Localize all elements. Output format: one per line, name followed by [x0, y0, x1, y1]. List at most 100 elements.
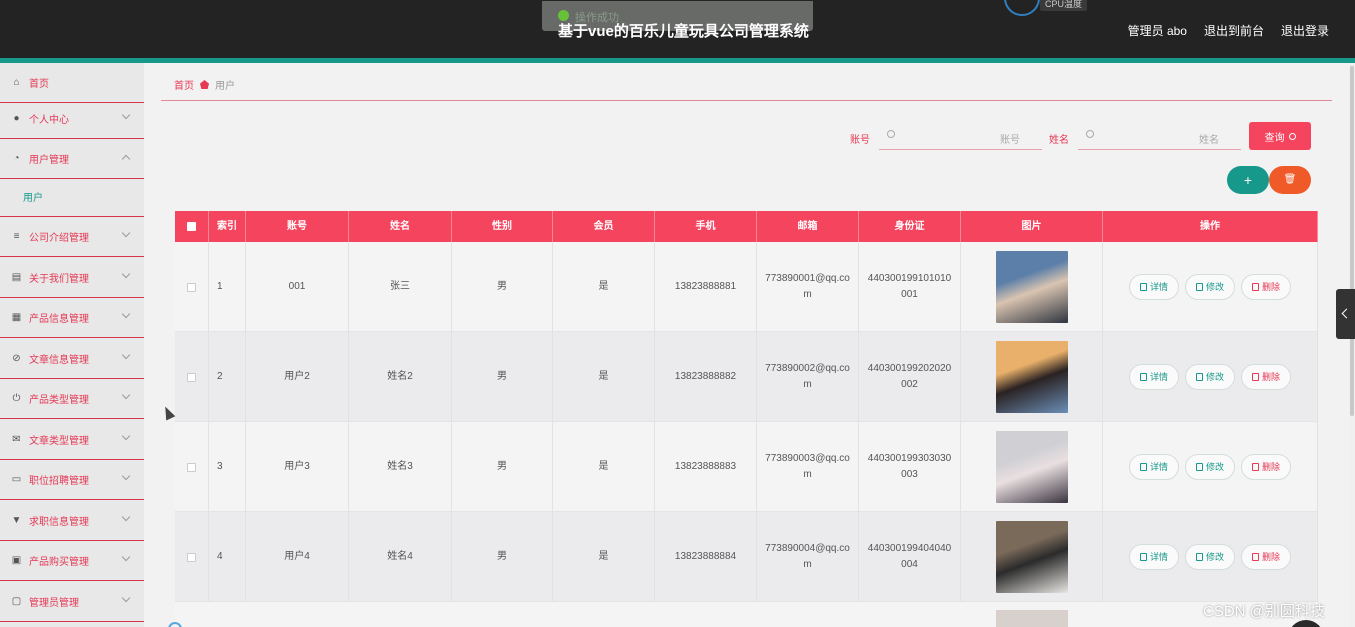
table-row: 4 用户4 姓名4 男 是 13823888884 773890004@qq.com 4403…	[175, 512, 1318, 602]
row-checkbox-cell	[175, 422, 209, 512]
delete-button[interactable]: 删除	[1241, 544, 1292, 570]
collapse-panel-handle[interactable]	[1336, 289, 1355, 339]
delete-button[interactable]: 删除	[1241, 364, 1292, 390]
cell-text: 1	[217, 281, 223, 292]
sidebar-item-label: 公司介绍管理	[29, 233, 89, 244]
sidebar-item-label: 产品信息管理	[29, 314, 89, 325]
cell-text: 13823888882	[674, 371, 737, 382]
cell-index: 2	[209, 332, 246, 422]
delete-button[interactable]: 删除	[1241, 274, 1292, 300]
row-checkbox[interactable]	[187, 552, 196, 562]
sidebar-item-4[interactable]: ▤ 关于我们管理	[0, 258, 144, 298]
scrollbar-thumb[interactable]	[1350, 66, 1354, 416]
cell-text: 姓名3	[387, 461, 413, 472]
cell-text: 用户3	[284, 461, 310, 472]
cell-text: 4	[217, 551, 223, 562]
sidebar-item-label: 文章信息管理	[29, 354, 89, 366]
sidebar-item-1[interactable]: ● 个人中心	[0, 99, 144, 139]
sidebar-item-8[interactable]: ✉ 文章类型管理	[0, 420, 144, 460]
delete-icon	[1252, 283, 1259, 291]
user-photo[interactable]	[995, 341, 1068, 413]
cell-id-card: 440300199303030003	[859, 422, 961, 512]
user-photo[interactable]	[996, 610, 1068, 627]
select-all-checkbox[interactable]	[175, 211, 209, 242]
detail-button[interactable]: 详情	[1128, 364, 1179, 390]
cpu-label: CPU温度	[1040, 0, 1088, 11]
sidebar-item-2[interactable]: ◔ 用户管理	[0, 139, 144, 179]
chevron-up-icon	[121, 154, 131, 164]
sidebar-item-label: 求职信息管理	[29, 516, 89, 528]
cell-phone: 13823888883	[655, 422, 757, 512]
clipboard-icon: ▣	[11, 555, 22, 566]
detail-button[interactable]: 详情	[1128, 544, 1179, 570]
chevron-down-icon	[121, 228, 131, 238]
chart-icon: ▤	[11, 271, 22, 283]
cell-text: 773890004@qq.com	[765, 543, 850, 570]
chevron-down-icon	[121, 350, 131, 359]
sidebar-item-12[interactable]: ▢ 管理员管理	[0, 582, 144, 622]
row-actions: 详情 修改 删除	[1128, 274, 1292, 300]
chevron-down-icon	[121, 593, 131, 602]
edit-button[interactable]: 修改	[1184, 274, 1235, 300]
row-checkbox[interactable]	[187, 372, 196, 382]
home-icon: ⌂	[13, 77, 20, 88]
user-icon: ●	[13, 112, 20, 124]
query-button[interactable]: 查询	[1249, 122, 1311, 150]
sidebar-item-6[interactable]: ⊘ 文章信息管理	[0, 339, 144, 379]
list-icon: ≡	[13, 231, 20, 242]
sidebar-item-11[interactable]: ▣ 产品购买管理	[0, 541, 144, 581]
sidebar: ⌂ 首页 ● 个人中心 ◔ 用户管理 用户 ≡ 公司介绍管理 ▤ 关于我们管理 ▦ 产品信息管理 ⊘ 文章信…	[0, 63, 144, 627]
user-photo[interactable]	[995, 431, 1068, 503]
logout-link[interactable]: 退出登录	[1281, 22, 1329, 39]
grid-icon: ▦	[11, 312, 22, 323]
cell-email: 773890002@qq.com	[757, 332, 859, 422]
name-search-input[interactable]: 姓名	[1078, 122, 1241, 150]
sidebar-item-10[interactable]: ▼ 求职信息管理	[0, 501, 144, 541]
cell-text: 3	[217, 461, 223, 472]
detail-button[interactable]: 详情	[1128, 454, 1179, 480]
column-header: 账号	[246, 211, 349, 242]
sidebar-item-9[interactable]: ▭ 职位招聘管理	[0, 460, 144, 500]
breadcrumb-current: 用户	[215, 81, 235, 92]
cell-text: 男	[497, 281, 507, 292]
sidebar-item-7[interactable]: ⏻ 产品类型管理	[0, 379, 144, 419]
row-checkbox[interactable]	[187, 282, 196, 292]
sidebar-item-5[interactable]: ▦ 产品信息管理	[0, 298, 144, 338]
chevron-down-icon	[121, 552, 131, 562]
edit-label: 修改	[1205, 372, 1224, 382]
edit-button[interactable]: 修改	[1184, 544, 1235, 570]
column-header: 操作	[1103, 211, 1318, 242]
user-photo[interactable]	[995, 521, 1068, 593]
detail-icon	[1139, 463, 1147, 471]
delete-button[interactable]: 删除	[1241, 454, 1292, 480]
edit-icon	[1195, 553, 1203, 561]
chevron-down-icon	[121, 390, 131, 400]
cell-text: 440300199303030003	[867, 453, 952, 480]
delete-icon	[1252, 553, 1259, 561]
cell-text: 440300199202020002	[867, 363, 952, 390]
user-photo[interactable]	[995, 251, 1068, 323]
edit-button[interactable]: 修改	[1184, 454, 1235, 480]
cell-text: 773890003@qq.com	[765, 453, 850, 480]
cell-operations: 详情 修改 删除	[1103, 332, 1318, 422]
sidebar-item-3[interactable]: ≡ 公司介绍管理	[0, 217, 144, 257]
detail-label: 详情	[1149, 552, 1168, 562]
watermark: CSDN @别圆科技	[1203, 603, 1325, 620]
add-button[interactable]: +	[1227, 166, 1269, 194]
column-header: 索引	[209, 211, 246, 242]
detail-button[interactable]: 详情	[1128, 274, 1179, 300]
sidebar-item-0[interactable]: ⌂ 首页	[0, 63, 144, 103]
column-header: 性别	[452, 211, 553, 242]
account-search-input[interactable]: 账号	[879, 122, 1042, 150]
cell-text: 440300199404040004	[867, 543, 952, 570]
table-row: 1 001 张三 男 是 13823888881 773890001@qq.com 44030…	[175, 242, 1318, 332]
back-to-front-link[interactable]: 退出到前台	[1204, 22, 1264, 39]
edit-button[interactable]: 修改	[1184, 364, 1235, 390]
sidebar-item-label: 产品购买管理	[29, 557, 89, 568]
batch-delete-button[interactable]: 🗑	[1269, 166, 1311, 194]
cell-text: 13823888881	[674, 281, 737, 292]
edit-label: 修改	[1205, 552, 1224, 562]
sidebar-sub-item-user[interactable]: 用户	[0, 179, 144, 217]
row-checkbox[interactable]	[187, 462, 196, 472]
breadcrumb-home[interactable]: 首页	[174, 77, 194, 92]
